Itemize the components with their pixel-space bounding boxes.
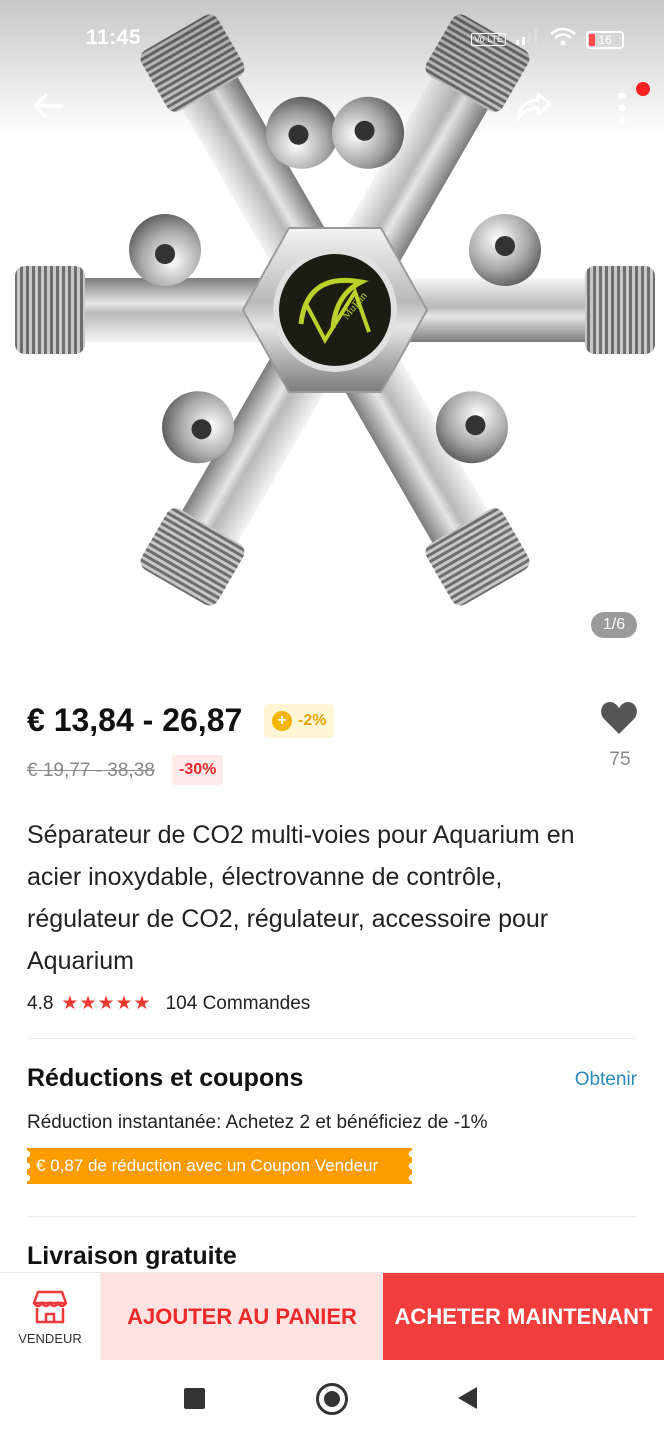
- rating-row[interactable]: 4.8 ★★★★★ 104 Commandes: [27, 992, 310, 1015]
- orders-count: 104 Commandes: [165, 992, 311, 1014]
- status-bar-time: 11:45: [86, 26, 142, 49]
- vendor-button-label: VENDEUR: [18, 1330, 82, 1346]
- product-image-gallery[interactable]: MuFan 11:45 Vo LTE 16 1/6: [0, 0, 664, 665]
- recent-apps-icon[interactable]: [184, 1388, 205, 1409]
- back-arrow-icon[interactable]: [30, 88, 66, 124]
- more-options-icon[interactable]: [612, 88, 632, 128]
- image-page-counter: 1/6: [591, 612, 637, 638]
- rating-stars-icon: ★★★★★: [61, 993, 152, 1014]
- battery-icon: 16: [586, 30, 624, 49]
- bottom-action-bar: VENDEUR AJOUTER AU PANIER ACHETER MAINTE…: [0, 1272, 664, 1361]
- share-icon[interactable]: [514, 88, 554, 124]
- wishlist-heart-icon[interactable]: [600, 700, 638, 736]
- discount-percent-badge: -30%: [172, 755, 224, 785]
- divider: [27, 1038, 637, 1039]
- vendor-button[interactable]: VENDEUR: [0, 1273, 101, 1361]
- instant-discount-text: Réduction instantanée: Achetez 2 et béné…: [27, 1112, 488, 1133]
- shipping-section-title: Livraison gratuite: [27, 1242, 237, 1270]
- coin-discount-badge[interactable]: + -2%: [264, 704, 335, 738]
- original-price: € 19,77 - 38,38: [27, 760, 155, 781]
- divider: [27, 1216, 637, 1217]
- price-range: € 13,84 - 26,87: [27, 702, 243, 738]
- coupons-section-title: Réductions et coupons: [27, 1064, 304, 1092]
- obtain-coupons-link[interactable]: Obtenir: [575, 1069, 637, 1091]
- store-icon: [32, 1290, 68, 1323]
- vendor-coupon-ticket[interactable]: € 0,87 de réduction avec un Coupon Vende…: [27, 1148, 412, 1184]
- home-icon[interactable]: [316, 1383, 348, 1415]
- buy-now-button[interactable]: ACHETER MAINTENANT: [383, 1273, 664, 1361]
- coin-discount-text: -2%: [298, 712, 327, 729]
- notification-dot: [636, 82, 650, 96]
- rating-value: 4.8: [27, 992, 54, 1014]
- coin-plus-icon: +: [272, 711, 292, 731]
- add-to-cart-button[interactable]: AJOUTER AU PANIER: [101, 1273, 383, 1361]
- system-back-icon[interactable]: [458, 1387, 477, 1409]
- system-navigation-bar: [0, 1360, 664, 1439]
- wishlist-count: 75: [609, 749, 631, 770]
- status-bar-icons: Vo LTE 16: [471, 27, 624, 51]
- battery-level: 16: [598, 32, 612, 47]
- signal-icon: [516, 29, 540, 50]
- product-title: Séparateur de CO2 multi-voies pour Aquar…: [27, 821, 575, 975]
- volte-indicator: Vo LTE: [471, 33, 506, 46]
- wifi-icon: [550, 27, 576, 51]
